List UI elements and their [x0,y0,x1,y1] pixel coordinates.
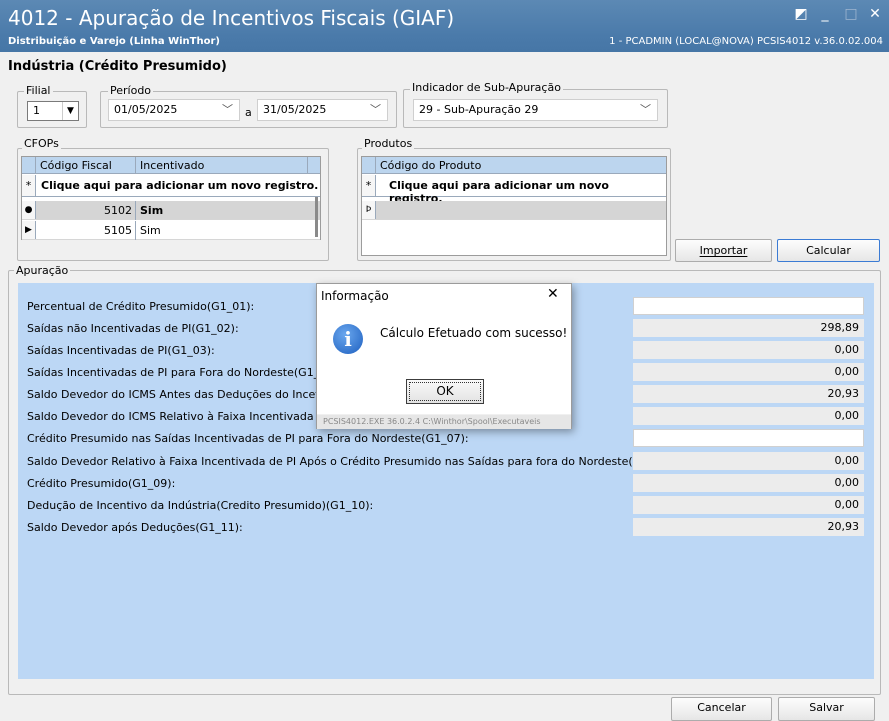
cfops-grid[interactable]: Código Fiscal Incentivado * Clique aqui … [21,156,321,240]
cancelar-button[interactable]: Cancelar [671,697,772,721]
table-row[interactable]: ▶ 5105 Sim [22,221,320,240]
row-edit-icon: Þ [362,201,376,219]
apuracao-item-label: Saldo Devedor do ICMS Antes das Deduções… [27,388,341,401]
periodo-start-input[interactable]: 01/05/2025 ﹀ [108,99,240,121]
apuracao-item-label: Saídas Incentivadas de PI para Fora do N… [27,366,338,379]
apuracao-item-label: Saldo Devedor após Deduções(G1_11): [27,521,243,534]
apuracao-label: Apuração [14,264,71,277]
filial-label: Filial [24,84,53,97]
add-new-row[interactable]: * Clique aqui para adicionar um novo reg… [362,175,666,205]
dialog-title: Informação [321,289,389,303]
asterisk-icon: * [362,175,376,196]
periodo-end-value: 31/05/2025 [263,103,327,116]
table-row[interactable]: Þ [362,201,666,220]
info-icon: i [333,324,363,354]
window-subtitle: Distribuição e Varejo (Linha WinThor) [8,36,220,47]
close-icon[interactable]: ✕ [547,286,559,302]
subap-value: 29 - Sub-Apuração 29 [419,103,539,116]
importar-button[interactable]: Importar [675,239,772,262]
maximize-icon[interactable]: □ [841,4,861,24]
minimize-icon[interactable]: _ [815,4,835,24]
subap-select[interactable]: 29 - Sub-Apuração 29 ﹀ [413,99,658,121]
apuracao-item-label: Saldo Devedor Relativo à Faixa Incentiva… [27,455,676,468]
header-incentivado[interactable]: Incentivado [136,157,308,173]
header-indicator [362,157,376,173]
apuracao-item-value: 20,93 [633,518,864,536]
title-bar: 4012 - Apuração de Incentivos Fiscais (G… [0,0,889,52]
add-new-row[interactable]: * Clique aqui para adicionar um novo reg… [22,175,320,197]
apuracao-item-value[interactable] [633,297,864,315]
produtos-grid[interactable]: Código do Produto * Clique aqui para adi… [361,156,667,256]
dialog-body: i Cálculo Efetuado com sucesso! OK [317,308,571,414]
dialog-message: Cálculo Efetuado com sucesso! [380,326,568,340]
periodo-separator: a [245,106,252,119]
asterisk-icon: * [22,175,36,196]
cfops-grid-header: Código Fiscal Incentivado [22,157,320,174]
user-info: 1 - PCADMIN (LOCAL@NOVA) PCSIS4012 v.36.… [609,36,883,47]
importar-label: Importar [699,244,748,257]
apuracao-item-value: 0,00 [633,452,864,470]
periodo-start-value: 01/05/2025 [114,103,178,116]
chevron-down-icon[interactable]: ﹀ [370,100,381,120]
apuracao-item-label: Saídas não Incentivadas de PI(G1_02): [27,322,239,335]
apuracao-item-label: Dedução de Incentivo da Indústria(Credit… [27,499,374,512]
apuracao-item-label: Crédito Presumido nas Saídas Incentivada… [27,432,469,445]
info-dialog: Informação ✕ i Cálculo Efetuado com suce… [316,283,572,429]
chevron-down-icon[interactable]: ﹀ [222,100,233,120]
chevron-down-icon[interactable]: ▼ [62,102,78,120]
apuracao-item-value: 0,00 [633,474,864,492]
close-icon[interactable]: ✕ [865,4,885,24]
calcular-button[interactable]: Calcular [777,239,880,262]
dialog-footer: PCSIS4012.EXE 36.0.2.4 C:\Winthor\Spool\… [317,415,571,429]
apuracao-item-value[interactable] [633,429,864,447]
periodo-end-input[interactable]: 31/05/2025 ﹀ [257,99,388,121]
apuracao-item-value: 20,93 [633,385,864,403]
section-title: Indústria (Crédito Presumido) [8,59,227,74]
row-selected-icon: ▶ [22,221,36,239]
header-indicator [22,157,36,173]
ok-label: OK [409,382,481,401]
header-codigo-fiscal[interactable]: Código Fiscal [36,157,136,173]
cell-incentivado[interactable]: Sim [140,201,163,220]
filial-select[interactable]: 1 ▼ [27,101,79,121]
cfops-scrollbar[interactable] [315,197,318,237]
apuracao-item-value: 298,89 [633,319,864,337]
filial-value: 1 [33,104,40,117]
window-title: 4012 - Apuração de Incentivos Fiscais (G… [8,6,455,30]
table-row[interactable]: ● 5102 Sim [22,201,320,220]
apuracao-item-value: 0,00 [633,341,864,359]
add-row-text[interactable]: Clique aqui para adicionar um novo regis… [41,179,318,192]
apuracao-item-label: Saldo Devedor do ICMS Relativo à Faixa I… [27,410,341,423]
chevron-down-icon[interactable]: ﹀ [640,100,651,120]
produtos-label: Produtos [362,137,415,150]
header-codigo-produto[interactable]: Código do Produto [376,157,666,173]
apuracao-item-value: 0,00 [633,496,864,514]
salvar-button[interactable]: Salvar [778,697,875,721]
periodo-label: Período [108,84,154,97]
apuracao-item-value: 0,00 [633,407,864,425]
apuracao-item-value: 0,00 [633,363,864,381]
ok-button[interactable]: OK [406,379,484,404]
calcular-label: Calcular [806,244,851,257]
cell-incentivado[interactable]: Sim [140,221,161,240]
produtos-grid-header: Código do Produto [362,157,666,174]
apuracao-item-label: Saídas Incentivadas de PI(G1_03): [27,344,215,357]
apuracao-item-label: Crédito Presumido(G1_09): [27,477,176,490]
cell-codigo[interactable]: 5105 [36,221,136,240]
cfops-label: CFOPs [22,137,61,150]
dialog-header: Informação ✕ [317,284,571,308]
row-dot-icon: ● [22,201,36,219]
restore-icon[interactable]: ◩ [791,4,811,24]
cell-codigo[interactable]: 5102 [36,201,136,220]
subap-label: Indicador de Sub-Apuração [410,81,563,94]
apuracao-item-label: Percentual de Crédito Presumido(G1_01): [27,300,255,313]
